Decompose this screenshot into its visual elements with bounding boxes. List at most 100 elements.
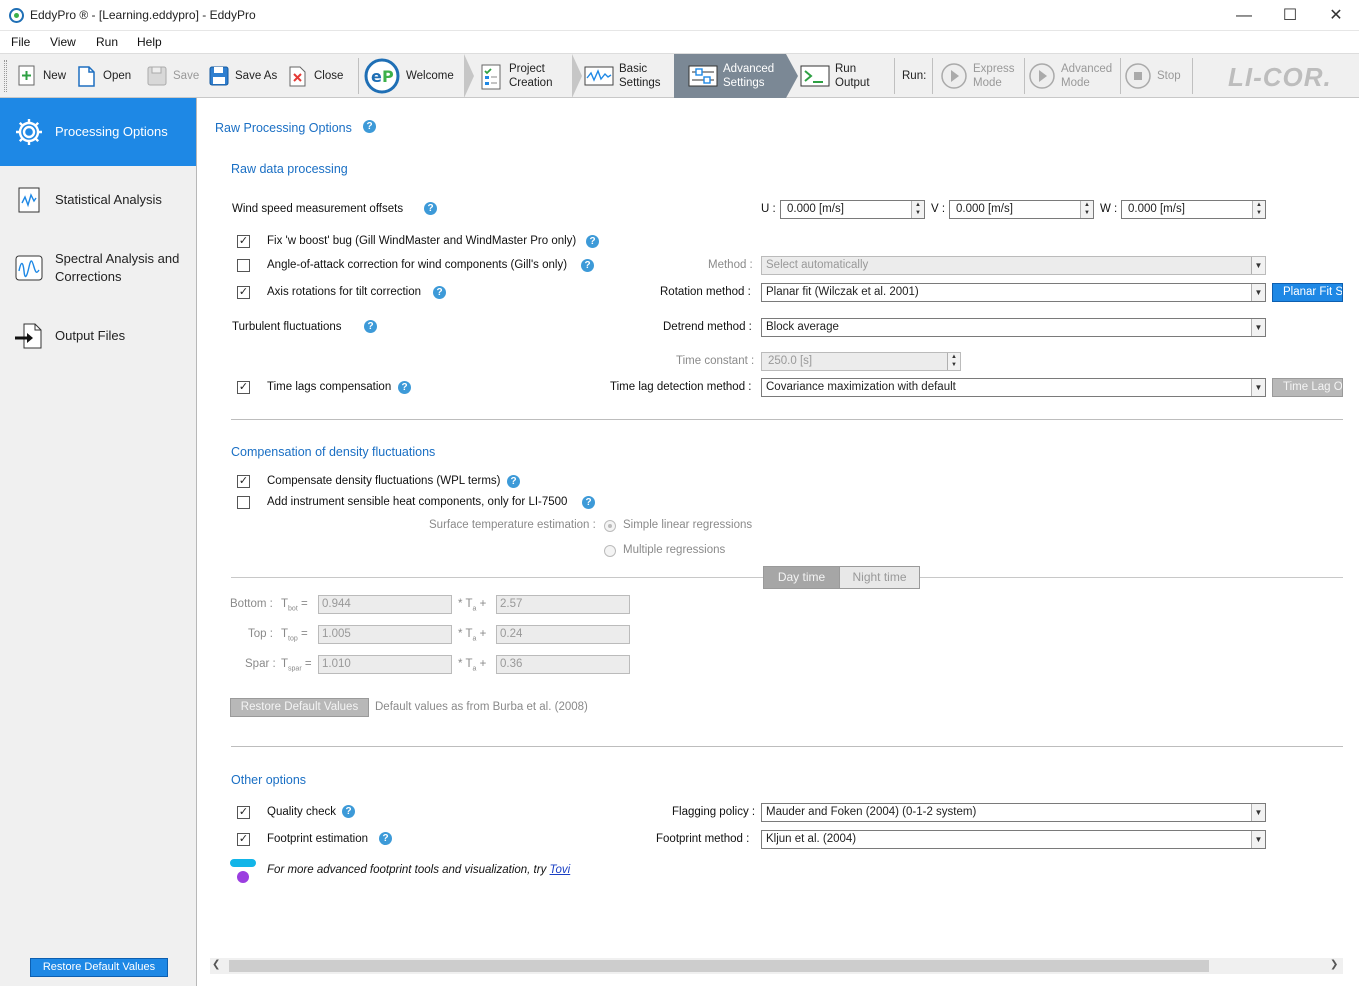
sensible-heat-checkbox[interactable] [237,496,250,509]
restore-defaults-sidebar-button[interactable]: Restore Default Values [30,958,168,977]
divider [231,577,763,578]
toolbar-separator [932,58,933,94]
aoa-correction-checkbox[interactable] [237,259,250,272]
close-project-button[interactable]: Close [287,54,343,98]
multiple-regressions-radio[interactable] [604,545,616,557]
top-slope-field[interactable]: 1.005 [318,625,452,644]
maximize-button[interactable]: ☐ [1267,0,1313,31]
step-advanced-settings[interactable]: Advanced Settings [674,54,786,98]
spin-arrows-icon[interactable]: ▲ ▼ [911,201,924,218]
spin-arrows-icon[interactable]: ▲ ▼ [1252,201,1265,218]
chart-icon [14,185,44,215]
run-label: Run: [902,70,927,82]
tab-day-time[interactable]: Day time [763,566,840,589]
quality-check-checkbox[interactable]: ✓ [237,806,250,819]
help-icon[interactable]: ? [581,259,594,272]
time-lags-checkbox[interactable]: ✓ [237,381,250,394]
w-label: W : [1100,203,1118,215]
close-window-button[interactable]: ✕ [1313,0,1359,31]
menu-file[interactable]: File [11,35,30,49]
help-icon[interactable]: ? [424,202,437,215]
restore-defaults-density-button[interactable]: Restore Default Values [230,698,369,717]
help-icon[interactable]: ? [363,120,376,133]
save-icon [146,64,168,88]
step-divider [572,54,582,98]
detrend-method-label: Detrend method : [663,321,752,333]
new-button[interactable]: New [16,54,66,98]
fix-w-boost-checkbox[interactable]: ✓ [237,235,250,248]
help-icon[interactable]: ? [582,496,595,509]
scroll-left-icon[interactable]: ❮ [212,959,220,970]
footprint-checkbox[interactable]: ✓ [237,833,250,846]
sensible-heat-label: Add instrument sensible heat components,… [267,496,568,508]
spin-arrows-icon[interactable]: ▲ ▼ [1080,201,1093,218]
step-run-output[interactable]: Run Output [800,54,886,98]
sidebar-item-processing-options[interactable]: Processing Options [0,98,196,166]
help-icon[interactable]: ? [586,235,599,248]
toolbar-grip[interactable] [4,60,7,92]
time-lag-method-select[interactable]: Covariance maximization with default ▼ [761,378,1266,397]
menu-help[interactable]: Help [137,35,162,49]
help-icon[interactable]: ? [379,832,392,845]
rotation-method-select[interactable]: Planar fit (Wilczak et al. 2001) ▼ [761,283,1266,302]
sidebar-item-output-files[interactable]: Output Files [0,302,196,370]
u-offset-spinbox[interactable]: 0.000 [m/s] ▲ ▼ [780,200,925,219]
step-divider [464,54,474,98]
help-icon[interactable]: ? [398,381,411,394]
step-welcome[interactable]: eP Welcome [364,54,464,98]
new-file-icon [16,64,38,88]
horizontal-scrollbar[interactable]: ❮ ❯ [210,958,1343,974]
spar-slope-field[interactable]: 1.010 [318,655,452,674]
axis-rotations-checkbox[interactable]: ✓ [237,286,250,299]
wpl-checkbox[interactable]: ✓ [237,475,250,488]
bottom-slope-field[interactable]: 0.944 [318,595,452,614]
ta-symbol: * Ta + [458,658,487,673]
toolbar-separator [1192,58,1193,94]
spar-offset-field[interactable]: 0.36 [496,655,630,674]
tab-night-time[interactable]: Night time [839,566,920,589]
sidebar-item-spectral-analysis[interactable]: Spectral Analysis and Corrections [0,234,196,302]
help-icon[interactable]: ? [364,320,377,333]
menu-view[interactable]: View [50,35,76,49]
express-mode-button[interactable]: Express Mode [940,54,1026,98]
sidebar-item-statistical-analysis[interactable]: Statistical Analysis [0,166,196,234]
detrend-method-select[interactable]: Block average ▼ [761,318,1266,337]
time-lag-optimization-button[interactable]: Time Lag Optimization... [1272,378,1343,397]
advanced-mode-button[interactable]: Advanced Mode [1028,54,1120,98]
aoa-method-select[interactable]: Select automatically ▼ [761,256,1266,275]
top-offset-field[interactable]: 0.24 [496,625,630,644]
menu-run[interactable]: Run [96,35,118,49]
step-basic-settings[interactable]: Basic Settings [584,54,674,98]
w-offset-spinbox[interactable]: 0.000 [m/s] ▲ ▼ [1121,200,1266,219]
time-constant-spinbox[interactable]: 250.0 [s] ▲ ▼ [761,352,961,371]
help-icon[interactable]: ? [507,475,520,488]
aoa-correction-label: Angle-of-attack correction for wind comp… [267,259,568,271]
footprint-method-select[interactable]: Kljun et al. (2004) ▼ [761,830,1266,849]
save-button[interactable]: Save [146,54,199,98]
stop-icon [1124,62,1152,90]
spectral-icon [14,253,44,283]
toolbar-separator [1024,58,1025,94]
t-top-symbol: Ttop = [281,628,308,643]
help-icon[interactable]: ? [433,286,446,299]
step-project-creation[interactable]: Project Creation [478,54,572,98]
divider [231,746,1343,747]
help-icon[interactable]: ? [342,805,355,818]
simple-linear-radio[interactable] [604,520,616,532]
scrollbar-thumb[interactable] [229,960,1209,972]
planar-fit-settings-button[interactable]: Planar Fit Settings... [1272,283,1343,302]
v-offset-spinbox[interactable]: 0.000 [m/s] ▲ ▼ [949,200,1094,219]
spin-arrows-icon[interactable]: ▲ ▼ [947,353,960,370]
t-spar-symbol: Tspar = [281,658,312,673]
minimize-button[interactable]: — [1221,0,1267,31]
save-as-button[interactable]: Save As [208,54,277,98]
open-button[interactable]: Open [76,54,131,98]
stop-button[interactable]: Stop [1124,54,1194,98]
scroll-right-icon[interactable]: ❯ [1330,959,1338,970]
tovi-link[interactable]: Tovi [550,864,571,876]
rotation-method-label: Rotation method : [660,286,751,298]
chevron-down-icon: ▼ [1251,804,1265,821]
bottom-offset-field[interactable]: 2.57 [496,595,630,614]
flagging-policy-select[interactable]: Mauder and Foken (2004) (0-1-2 system) ▼ [761,803,1266,822]
app-icon [9,8,24,23]
